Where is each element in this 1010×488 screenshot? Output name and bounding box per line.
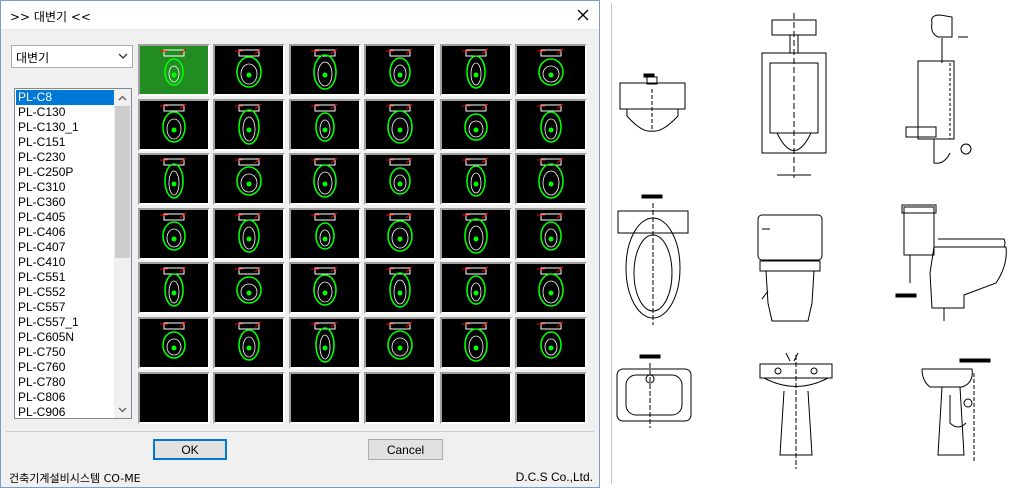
fixture-thumbnail[interactable] (440, 262, 512, 314)
pedestal-basin-side-drawing (921, 358, 991, 463)
fixture-thumbnail[interactable] (515, 208, 587, 260)
list-item[interactable]: PL-C557_1 (16, 315, 114, 330)
fixture-thumbnail[interactable] (138, 317, 210, 369)
fixture-thumbnail[interactable] (138, 153, 210, 205)
list-item[interactable]: PL-C130_1 (16, 120, 114, 135)
button-panel: OK Cancel (6, 431, 594, 462)
fixture-thumbnail[interactable] (213, 317, 285, 369)
fixture-thumbnail[interactable] (138, 262, 210, 314)
category-select[interactable]: 대변기 (11, 45, 133, 68)
model-listbox[interactable]: PL-C8 PL-C130 PL-C130_1 PL-C151 PL-C230 PL-C2… (14, 88, 132, 419)
empty-thumbnail[interactable] (515, 372, 587, 424)
status-system-name: 건축기계설비시스템 CO-ME (9, 472, 141, 485)
fixture-thumbnail[interactable] (213, 153, 285, 205)
wall-sink-front-drawing (619, 73, 686, 132)
cancel-button[interactable]: Cancel (368, 439, 443, 460)
list-item[interactable]: PL-C151 (16, 135, 114, 150)
fixture-thumbnail[interactable] (289, 262, 361, 314)
fixture-thumbnail[interactable] (440, 44, 512, 96)
fixture-thumbnail[interactable] (364, 153, 436, 205)
empty-thumbnail[interactable] (289, 372, 361, 424)
model-list: PL-C8 PL-C130 PL-C130_1 PL-C151 PL-C230 PL-C2… (16, 90, 114, 418)
fixture-thumbnail[interactable] (364, 262, 436, 314)
fixture-thumbnail[interactable] (289, 44, 361, 96)
list-item[interactable]: PL-C310 (16, 180, 114, 195)
title-bar: >> 대변기 << (1, 1, 599, 30)
list-item[interactable]: PL-C750 (16, 345, 114, 360)
fixture-thumbnail[interactable] (515, 262, 587, 314)
toilet-front-drawing (757, 214, 823, 322)
list-item[interactable]: PL-C557 (16, 300, 114, 315)
toilet-side-drawing (895, 204, 1007, 321)
category-select-value: 대변기 (16, 51, 50, 65)
fixture-thumbnail[interactable] (138, 208, 210, 260)
fixture-thumbnail[interactable] (515, 317, 587, 369)
scroll-down-button[interactable] (114, 401, 131, 418)
list-item[interactable]: PL-C410 (16, 255, 114, 270)
pedestal-basin-front-drawing (759, 352, 833, 469)
fixture-thumbnail[interactable] (213, 44, 285, 96)
chevron-down-icon (118, 53, 128, 59)
dialog-title: >> 대변기 << (10, 10, 91, 24)
urinal-side-drawing (905, 14, 972, 164)
list-item[interactable]: PL-C405 (16, 210, 114, 225)
fixture-thumbnail[interactable] (364, 99, 436, 151)
fixture-thumbnail[interactable] (138, 44, 210, 96)
ok-button[interactable]: OK (153, 439, 227, 460)
list-item[interactable]: PL-C552 (16, 285, 114, 300)
empty-thumbnail[interactable] (213, 372, 285, 424)
fixture-thumbnail[interactable] (364, 317, 436, 369)
fixture-thumbnail[interactable] (289, 99, 361, 151)
list-item[interactable]: PL-C760 (16, 360, 114, 375)
fixture-thumbnail[interactable] (213, 99, 285, 151)
fixture-thumbnail[interactable] (364, 208, 436, 260)
fixture-thumbnail[interactable] (138, 99, 210, 151)
list-item[interactable]: PL-C360 (16, 195, 114, 210)
list-item[interactable]: PL-C780 (16, 375, 114, 390)
close-icon (577, 9, 589, 21)
list-item[interactable]: PL-C906 (16, 405, 114, 418)
fixture-thumbnail[interactable] (440, 317, 512, 369)
scroll-up-button[interactable] (114, 89, 131, 106)
fixture-preview-panel (611, 3, 1009, 484)
fixture-thumbnail[interactable] (213, 208, 285, 260)
empty-thumbnail[interactable] (138, 372, 210, 424)
list-item[interactable]: PL-C250P (16, 165, 114, 180)
fixture-thumbnail[interactable] (515, 44, 587, 96)
fixture-preview-drawing (616, 13, 1007, 469)
fixture-thumbnail[interactable] (289, 317, 361, 369)
empty-thumbnail[interactable] (364, 372, 436, 424)
fixture-thumbnail[interactable] (440, 153, 512, 205)
basin-top-drawing (616, 354, 692, 428)
urinal-front-drawing (761, 13, 827, 178)
list-item[interactable]: PL-C806 (16, 390, 114, 405)
fixture-thumbnail[interactable] (515, 153, 587, 205)
status-company: D.C.S Co.,Ltd. (515, 470, 593, 484)
fixture-thumbnail[interactable] (364, 44, 436, 96)
toilet-top-drawing (617, 194, 689, 325)
plumbing-fixture-dialog: >> 대변기 << 대변기 PL-C8 PL-C130 PL-C130_1 PL-C1… (0, 0, 600, 488)
empty-thumbnail[interactable] (440, 372, 512, 424)
listbox-scrollbar[interactable] (114, 89, 131, 418)
list-item[interactable]: PL-C8 (16, 90, 114, 105)
fixture-thumbnail[interactable] (289, 153, 361, 205)
thumbnail-grid (135, 41, 595, 424)
fixture-thumbnail[interactable] (515, 99, 587, 151)
status-bar: 건축기계설비시스템 CO-ME D.C.S Co.,Ltd. (1, 465, 599, 487)
close-button[interactable] (567, 1, 599, 29)
list-item[interactable]: PL-C551 (16, 270, 114, 285)
list-item[interactable]: PL-C407 (16, 240, 114, 255)
fixture-thumbnail[interactable] (440, 99, 512, 151)
list-item[interactable]: PL-C130 (16, 105, 114, 120)
list-item[interactable]: PL-C230 (16, 150, 114, 165)
fixture-thumbnail[interactable] (289, 208, 361, 260)
scroll-thumb[interactable] (115, 106, 130, 258)
chevron-down-icon (118, 407, 127, 412)
fixture-thumbnail[interactable] (213, 262, 285, 314)
chevron-up-icon (118, 95, 127, 100)
list-item[interactable]: PL-C605N (16, 330, 114, 345)
fixture-thumbnail[interactable] (440, 208, 512, 260)
list-item[interactable]: PL-C406 (16, 225, 114, 240)
